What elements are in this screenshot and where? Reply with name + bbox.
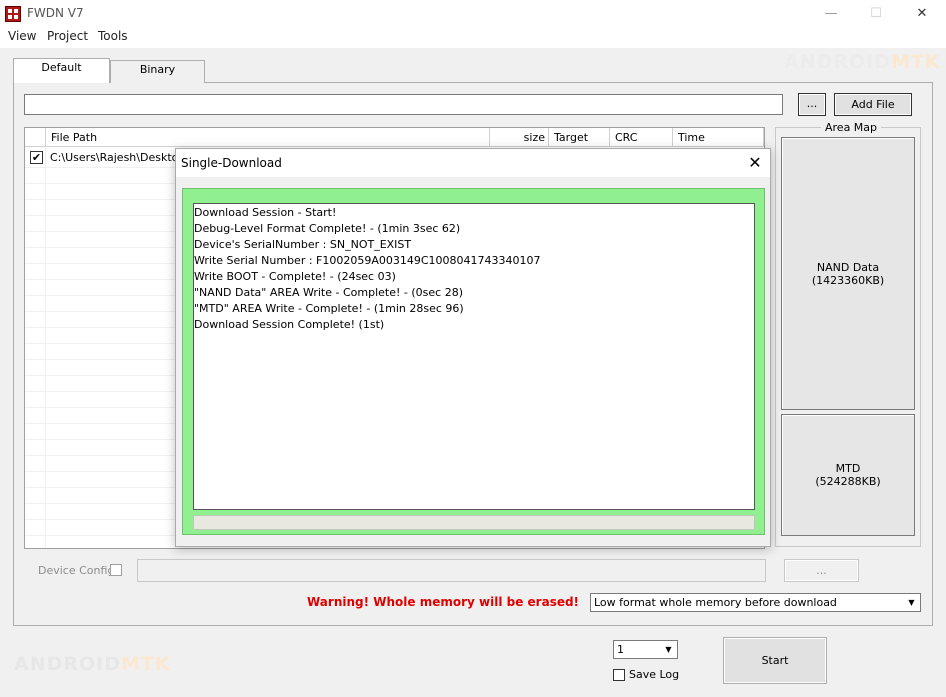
download-progress-bar [193,515,755,530]
menu-tools[interactable]: Tools [98,28,128,48]
row-checkbox[interactable]: ✔ [30,151,43,164]
title-bar: FWDN V7 — ☐ ✕ [0,0,946,28]
browse-button[interactable]: ... [798,93,826,116]
area-block-size: (1423360KB) [811,273,885,287]
menu-view[interactable]: View [8,28,36,48]
device-config-checkbox[interactable] [110,564,122,576]
start-button[interactable]: Start [723,637,827,684]
area-map-title: Area Map [821,121,882,134]
tab-binary[interactable]: Binary [110,60,205,83]
device-config-label: Device Config [38,564,115,577]
log-line: "MTD" AREA Write - Complete! - (1min 28s… [194,302,464,315]
save-log-label: Save Log [629,668,680,681]
log-line: Write Serial Number : F1002059A003149C10… [194,254,541,267]
area-block-name: MTD [835,462,861,475]
watermark-top: ANDROIDMTK [784,51,941,73]
watermark-part2: MTK [891,51,941,73]
log-line: Download Session Complete! (1st) [194,318,385,331]
log-line: Download Session - Start! [194,206,337,219]
device-config-field [137,559,766,582]
dialog-frame: Download Session - Start! Debug-Level Fo… [182,188,765,535]
column-header-crc[interactable]: CRC [610,128,673,147]
chevron-down-icon[interactable]: ▼ [904,595,919,610]
save-log-checkbox[interactable] [613,669,625,681]
close-button[interactable]: ✕ [899,0,945,28]
single-download-dialog: Single-Download ✕ Download Session - Sta… [175,148,771,547]
area-block-nand-data[interactable]: NAND Data (1423360KB) [781,137,915,410]
erase-warning: Warning! Whole memory will be erased! [307,595,580,609]
device-config-browse-button: ... [784,559,859,582]
dialog-title: Single-Download [181,156,282,170]
log-line: Debug-Level Format Complete! - (1min 3se… [194,222,461,235]
app-icon [5,6,21,22]
menu-project[interactable]: Project [47,28,88,48]
download-count-value: 1 [617,643,624,656]
menu-bar: View Project Tools [0,28,946,48]
area-block-mtd[interactable]: MTD (524288KB) [781,414,915,536]
dialog-close-button[interactable]: ✕ [744,152,766,174]
download-count-select[interactable]: 1 ▼ [613,640,678,659]
minimize-button[interactable]: — [808,0,854,28]
column-header-target[interactable]: Target [549,128,610,147]
column-header-size[interactable]: size [490,128,549,147]
watermark-part1: ANDROID [784,51,892,73]
log-line: Write BOOT - Complete! - (24sec 03) [194,270,396,283]
watermark-bottom: ANDROIDMTK [14,653,171,675]
watermark-part2: MTK [121,653,171,675]
column-divider [45,147,46,548]
add-file-button[interactable]: Add File [834,93,912,116]
area-block-name: NAND Data [816,260,880,274]
chevron-down-icon[interactable]: ▼ [661,642,676,657]
dialog-title-bar: Single-Download ✕ [176,149,770,177]
column-header-file-path[interactable]: File Path [46,128,490,147]
file-path-input[interactable] [24,94,783,115]
area-block-size: (524288KB) [815,475,881,488]
format-option-select[interactable]: Low format whole memory before download … [590,593,921,612]
watermark-part1: ANDROID [14,653,122,675]
column-header-check [25,128,46,147]
format-option-value: Low format whole memory before download [594,596,837,609]
log-line: Device's SerialNumber : SN_NOT_EXIST [194,238,412,251]
download-log: Download Session - Start! Debug-Level Fo… [193,203,755,510]
window-title: FWDN V7 [27,6,84,20]
log-line: "NAND Data" AREA Write - Complete! - (0s… [194,286,463,299]
row-file-path[interactable]: C:\Users\Rajesh\Desktop\ [50,151,189,164]
column-header-time[interactable]: Time [673,128,764,147]
maximize-button[interactable]: ☐ [853,0,899,28]
tab-default[interactable]: Default [13,58,110,83]
